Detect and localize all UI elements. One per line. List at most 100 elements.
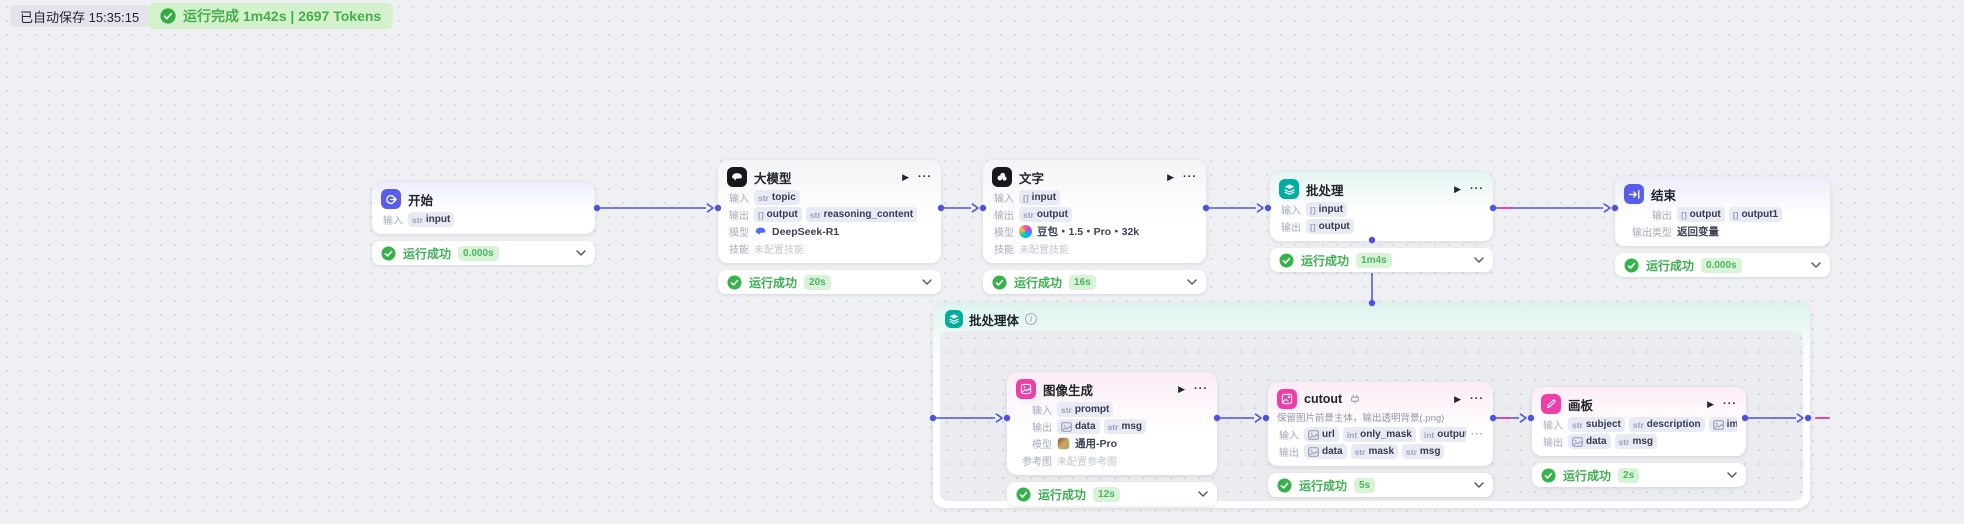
run-node-icon[interactable]: ▶ (1167, 172, 1174, 182)
param-tag[interactable]: data (1568, 434, 1611, 449)
param-tag[interactable]: intoutput_mode (1419, 427, 1466, 442)
param-tag[interactable]: str subject (1568, 417, 1625, 432)
param-name: output (1036, 209, 1068, 220)
run-status-bar[interactable]: 运行成功 0.000s (372, 241, 595, 265)
str-type-icon: str (1061, 404, 1072, 415)
node-text[interactable]: 文字 ▶ ··· 输入 [] input 输出 str output 模型 豆包・1.5… (983, 160, 1206, 294)
success-icon (1624, 258, 1639, 273)
param-name: input (1318, 204, 1344, 215)
int-type-icon: int (1346, 429, 1358, 440)
run-status-text: 运行成功 (1301, 253, 1350, 268)
row-label: 输出 (1281, 223, 1301, 234)
img-type-icon (1572, 436, 1583, 447)
chevron-down-icon[interactable] (1198, 491, 1208, 497)
node-title: 开始 (408, 193, 434, 208)
param-tag[interactable]: [] output (754, 207, 802, 222)
chevron-down-icon[interactable] (1474, 257, 1484, 263)
more-icon[interactable]: ··· (1723, 398, 1737, 410)
skill-value: 未配置技能 (1019, 245, 1069, 256)
param-name: input (425, 214, 451, 225)
model-value: DeepSeek-R1 (754, 225, 839, 238)
chevron-down-icon[interactable] (922, 279, 932, 285)
more-icon[interactable]: ··· (1470, 393, 1484, 405)
param-tag[interactable]: image (1708, 417, 1737, 432)
param-tag[interactable]: str output (1019, 207, 1072, 222)
node-batch[interactable]: 批处理 ▶ ··· 输入 [] input 输出 [] output 运行成功 1m4s (1270, 172, 1493, 272)
param-tags: data str mask str msg (1304, 444, 1445, 459)
more-icon[interactable]: ··· (1183, 171, 1197, 183)
node-end[interactable]: 结束 输出[] output[] output1 输出类型 返回变量 运行成功 0.0… (1615, 177, 1830, 277)
run-node-icon[interactable]: ▶ (1454, 184, 1461, 194)
param-tag[interactable]: data (1057, 419, 1100, 434)
image-generate-icon (1016, 379, 1036, 399)
run-result-badge[interactable]: 运行完成 1m42s | 2697 Tokens (148, 3, 394, 29)
row-label: 输出 (1543, 438, 1563, 449)
param-tag[interactable]: [] input (1019, 190, 1061, 205)
param-name: description (1646, 419, 1701, 430)
run-node-icon[interactable]: ▶ (902, 172, 909, 182)
node-imagegen[interactable]: 图像生成 ▶ ··· 输入 str prompt 输出 data str msg 模型 通… (1007, 372, 1217, 506)
param-tag[interactable]: url (1304, 427, 1339, 442)
str-type-icon: str (1618, 436, 1630, 447)
node-cutout[interactable]: cutout ▶ ··· 保留图片前景主体，输出透明背景(.png) 输入 ur… (1268, 382, 1493, 497)
run-status-bar[interactable]: 运行成功 12s (1007, 482, 1217, 506)
run-status-bar[interactable]: 运行成功 16s (983, 270, 1206, 294)
node-llm[interactable]: 大模型 ▶ ··· 输入 str topic 输出[] output str reason… (718, 160, 941, 294)
param-tag[interactable]: [] output1 (1728, 207, 1783, 222)
row-label: 输入 (383, 216, 403, 227)
more-params-icon[interactable]: ··· (1471, 429, 1484, 440)
run-duration-badge: 1m4s (1356, 252, 1392, 268)
param-tag[interactable]: str reasoning_content (805, 207, 918, 222)
param-tag[interactable]: str msg (1614, 434, 1657, 449)
run-status-bar[interactable]: 运行成功 0.000s (1615, 253, 1830, 277)
node-start[interactable]: 开始 输入 str input 运行成功 0.000s (372, 182, 595, 265)
param-tag[interactable]: data (1304, 444, 1347, 459)
param-tag[interactable]: int only_mask (1342, 427, 1416, 442)
param-name: output1 (1741, 209, 1779, 220)
chevron-down-icon[interactable] (1727, 472, 1737, 478)
success-icon (1279, 253, 1294, 268)
param-tag[interactable]: str description (1628, 417, 1705, 432)
chevron-down-icon[interactable] (1811, 262, 1821, 268)
run-status-bar[interactable]: 运行成功 1m4s (1270, 248, 1493, 272)
param-tags: str topic (754, 190, 800, 205)
param-tag[interactable]: str msg (1103, 419, 1146, 434)
row-label: 输出 (1279, 448, 1299, 459)
run-status-text: 运行成功 (403, 246, 452, 261)
param-tag[interactable]: [] output (1306, 219, 1354, 234)
param-tag[interactable]: str msg (1402, 444, 1445, 459)
chevron-down-icon[interactable] (1187, 279, 1197, 285)
arr-type-icon: [] (1023, 192, 1029, 203)
param-tag[interactable]: str input (408, 212, 455, 227)
run-node-icon[interactable]: ▶ (1454, 394, 1461, 404)
row-label: 输入 (1279, 431, 1299, 442)
param-tag[interactable]: [] output (1677, 207, 1725, 222)
param-tag[interactable]: str prompt (1057, 402, 1114, 417)
row-label: 输出 (1032, 423, 1052, 434)
param-tag[interactable]: [] input (1306, 202, 1348, 217)
workflow-canvas[interactable]: 已自动保存 15:35:15 运行完成 1m42s | 2697 Tokens … (0, 0, 1964, 524)
param-tag[interactable]: str topic (754, 190, 800, 205)
param-name: url (1322, 429, 1335, 440)
batch-icon (945, 310, 963, 328)
str-type-icon: str (412, 214, 423, 225)
run-status-bar[interactable]: 运行成功 20s (718, 270, 941, 294)
more-icon[interactable]: ··· (1194, 383, 1208, 395)
batch-body-title: 批处理体 (969, 313, 1020, 328)
batch-icon (1279, 179, 1299, 199)
more-icon[interactable]: ··· (918, 171, 932, 183)
chevron-down-icon[interactable] (576, 250, 586, 256)
chevron-down-icon[interactable] (1474, 482, 1484, 488)
str-type-icon: str (1632, 419, 1644, 430)
param-name: data (1322, 446, 1343, 457)
info-icon[interactable]: i (1025, 313, 1038, 325)
run-node-icon[interactable]: ▶ (1707, 399, 1714, 409)
run-status-bar[interactable]: 运行成功 2s (1532, 463, 1746, 487)
run-node-icon[interactable]: ▶ (1178, 384, 1185, 394)
str-type-icon: str (1406, 446, 1417, 457)
str-type-icon: str (1107, 421, 1119, 432)
param-tag[interactable]: str mask (1350, 444, 1399, 459)
more-icon[interactable]: ··· (1470, 183, 1484, 195)
node-board[interactable]: 画板 ▶ ··· 输入strsubjectstrdescriptionimage… (1532, 387, 1746, 487)
run-status-bar[interactable]: 运行成功 5s (1268, 473, 1493, 497)
